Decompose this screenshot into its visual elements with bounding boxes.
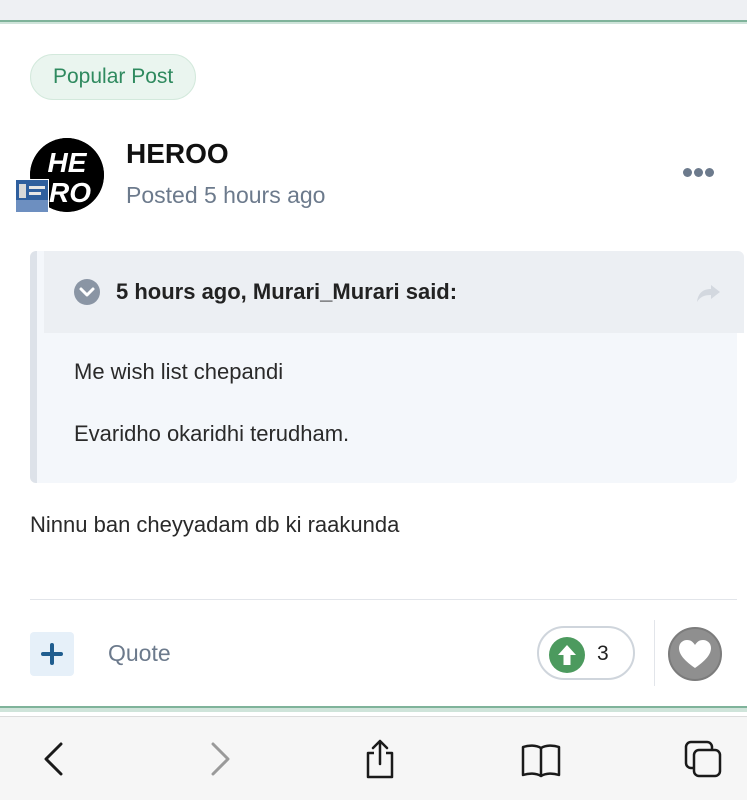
upvote-arrow-icon	[549, 637, 585, 673]
dot	[705, 168, 714, 177]
share-icon[interactable]	[360, 739, 400, 779]
quote-citation: 5 hours ago, Murari_Murari said:	[116, 279, 458, 304]
share-arrow-icon[interactable]	[696, 283, 722, 303]
ellipsis-icon[interactable]	[683, 164, 717, 178]
quote-block: 5 hours ago, Murari_Murari said: Me wish…	[30, 251, 744, 483]
chevron-down-icon[interactable]	[74, 279, 100, 305]
post-timestamp[interactable]: Posted 5 hours ago	[126, 182, 325, 209]
avatar-text-top: HE	[48, 147, 88, 178]
heart-icon[interactable]	[668, 627, 722, 681]
page-top-strip	[0, 0, 747, 20]
browser-toolbar	[0, 716, 747, 800]
back-icon[interactable]	[34, 739, 74, 779]
avatar-text-bottom: RO	[49, 177, 91, 208]
vertical-separator	[654, 620, 655, 686]
author-name[interactable]: HEROO	[126, 138, 229, 170]
quote-button[interactable]: Quote	[108, 640, 171, 667]
quote-header: 5 hours ago, Murari_Murari said:	[44, 251, 744, 333]
forward-icon[interactable]	[200, 739, 240, 779]
popular-post-badge: Popular Post	[30, 54, 197, 100]
post-content: Ninnu ban cheyyadam db ki raakunda	[30, 512, 400, 537]
bookmarks-icon[interactable]	[521, 739, 561, 779]
rank-badge-icon	[15, 179, 49, 213]
dot	[683, 168, 692, 177]
reaction-button[interactable]: 3	[537, 626, 635, 680]
plus-icon[interactable]	[30, 632, 74, 676]
tabs-icon[interactable]	[683, 739, 723, 779]
quote-text-line: Me wish list chepandi	[74, 359, 284, 384]
quote-text-line: Evaridho okaridhi terudham.	[74, 421, 350, 446]
divider	[30, 599, 737, 600]
dot	[694, 168, 703, 177]
post-card: Popular Post HE RO HEROO Posted 5 hours …	[0, 24, 747, 706]
post-bottom-border	[0, 706, 747, 712]
reaction-count: 3	[597, 642, 609, 665]
